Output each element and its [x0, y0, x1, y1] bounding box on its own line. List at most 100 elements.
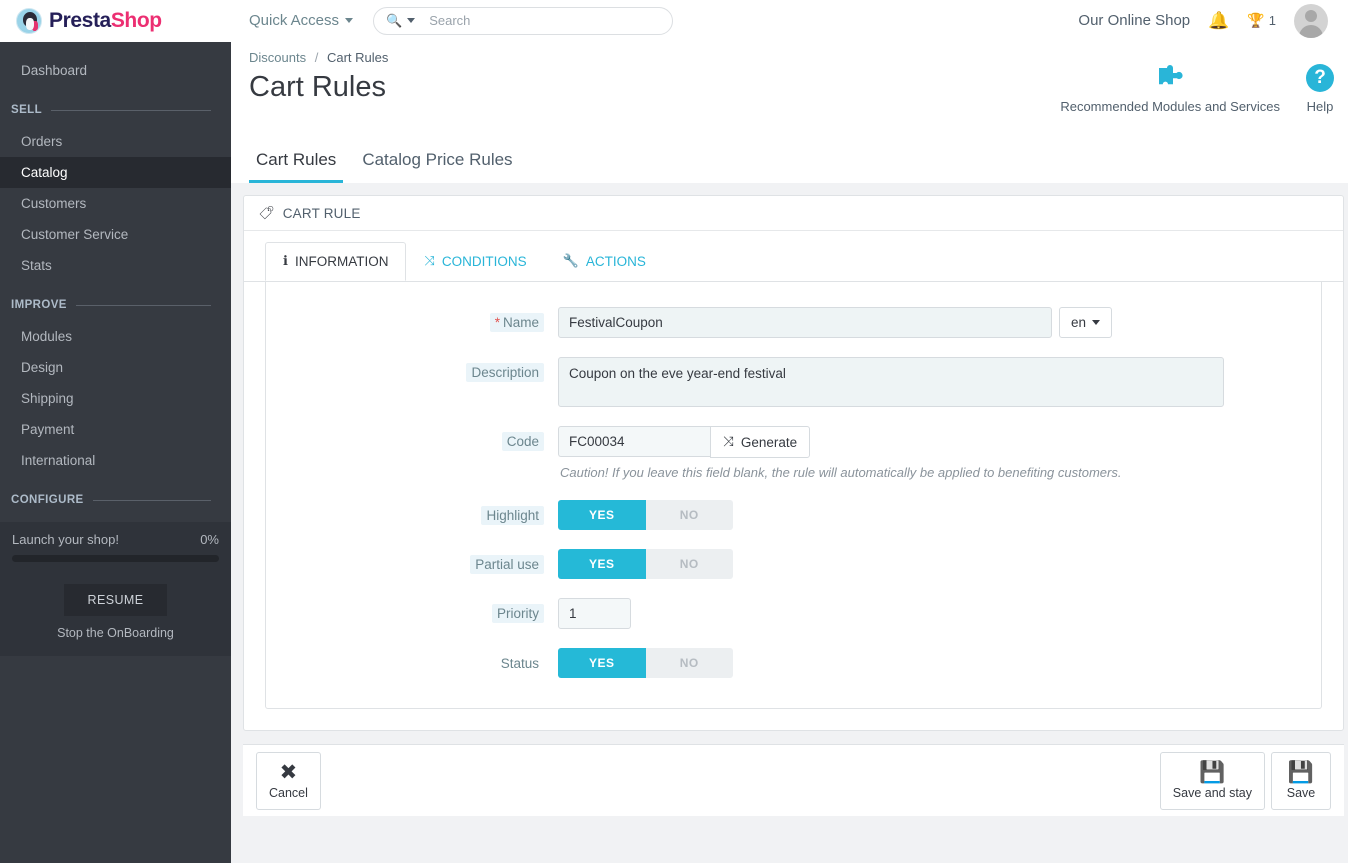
highlight-yes-option[interactable]: YES — [558, 500, 646, 530]
field-row-code: Code ⤨ Generate — [266, 426, 1321, 458]
quick-access-label: Quick Access — [249, 12, 340, 29]
top-header-bar: Quick Access 🔍 Our Online Shop 🔔 🏆 1 — [231, 0, 1348, 42]
partial-use-toggle[interactable]: YES NO — [558, 549, 733, 579]
priority-input[interactable] — [558, 598, 631, 629]
code-label: Code — [266, 426, 558, 451]
stop-onboarding-link[interactable]: Stop the OnBoarding — [12, 626, 219, 640]
sidebar-item-modules[interactable]: Modules — [0, 321, 231, 352]
status-no-option[interactable]: NO — [645, 648, 733, 678]
tab-cart-rules[interactable]: Cart Rules — [249, 142, 344, 183]
sidebar-section-label: IMPROVE — [11, 299, 67, 311]
recommended-modules-label: Recommended Modules and Services — [1060, 99, 1280, 114]
generate-code-button[interactable]: ⤨ Generate — [710, 426, 811, 458]
description-label: Description — [266, 357, 558, 382]
brand-name-part1: Presta — [49, 9, 111, 32]
page-header: Discounts / Cart Rules Cart Rules Recomm… — [231, 42, 1348, 183]
information-tab-panel: *Name en Description — [265, 281, 1322, 709]
recommended-modules-button[interactable]: Recommended Modules and Services — [1060, 60, 1280, 114]
floppy-disk-icon: 💾 — [1287, 760, 1315, 784]
help-label: Help — [1306, 99, 1334, 114]
shop-name-link[interactable]: Our Online Shop — [1078, 12, 1190, 29]
prestashop-penguin-logo-icon — [16, 8, 42, 34]
status-toggle[interactable]: YES NO — [558, 648, 733, 678]
prestashop-admin-page: PrestaShop Dashboard SELL Orders Catalog… — [0, 0, 1348, 863]
onboarding-resume-button[interactable]: RESUME — [63, 584, 168, 616]
form-tab-label: INFORMATION — [294, 253, 389, 269]
page-header-tools: Recommended Modules and Services ? Help — [1060, 60, 1334, 114]
sidebar-item-dashboard[interactable]: Dashboard — [0, 55, 231, 86]
search-bar[interactable]: 🔍 — [373, 6, 674, 35]
chevron-down-icon[interactable] — [407, 18, 416, 23]
cart-rule-card: 🏷 CART RULE ℹ INFORMATION ⤨ CONDITIONS 🔧… — [243, 195, 1344, 731]
cancel-button[interactable]: ✖ Cancel — [256, 751, 321, 810]
cancel-label: Cancel — [269, 785, 308, 800]
search-input[interactable] — [429, 13, 661, 28]
highlight-toggle[interactable]: YES NO — [558, 500, 733, 530]
form-tab-actions[interactable]: 🔧 ACTIONS — [545, 242, 664, 281]
section-divider — [75, 304, 211, 306]
status-label: Status — [266, 648, 558, 673]
avatar[interactable] — [1294, 3, 1328, 38]
code-label-text: Code — [501, 432, 544, 451]
name-label: * Name — [266, 307, 558, 332]
field-row-name: *Name en — [266, 307, 1321, 338]
priority-label: Priority — [266, 598, 558, 623]
onboarding-title: Launch your shop! — [12, 532, 119, 547]
brand-logo[interactable]: PrestaShop — [0, 0, 231, 42]
partial-use-label-text: Partial use — [470, 555, 544, 574]
save-and-stay-label: Save and stay — [1172, 785, 1252, 800]
highlight-no-option[interactable]: NO — [645, 500, 733, 530]
partial-use-yes-option[interactable]: YES — [558, 549, 646, 579]
partial-use-no-option[interactable]: NO — [645, 549, 733, 579]
question-mark-circle-icon: ? — [1306, 60, 1334, 96]
onboarding-progress-bar — [12, 555, 219, 562]
sidebar-item-customers[interactable]: Customers — [0, 188, 231, 219]
onboarding-percent: 0% — [200, 532, 219, 547]
save-button[interactable]: 💾 Save — [1271, 751, 1331, 810]
brand-name-part2: Shop — [110, 9, 162, 32]
brand-wordmark: PrestaShop — [49, 9, 162, 33]
highlight-label-text: Highlight — [481, 506, 544, 525]
section-divider — [92, 499, 211, 501]
trophy-notification[interactable]: 🏆 1 — [1247, 12, 1276, 29]
code-input[interactable] — [558, 426, 710, 457]
shuffle-icon: ⤨ — [723, 434, 734, 449]
status-yes-option[interactable]: YES — [558, 648, 646, 678]
sidebar-section-improve: IMPROVE — [0, 295, 231, 315]
sidebar-section-label: CONFIGURE — [11, 494, 84, 506]
card-header: 🏷 CART RULE — [244, 196, 1343, 231]
name-input[interactable] — [558, 307, 1052, 338]
sidebar-item-catalog[interactable]: Catalog — [0, 157, 231, 188]
sidebar-item-international[interactable]: International — [0, 445, 231, 476]
form-tab-information[interactable]: ℹ INFORMATION — [265, 242, 407, 281]
card-header-title: CART RULE — [282, 205, 361, 221]
help-button[interactable]: ? Help — [1306, 60, 1334, 114]
sidebar-item-orders[interactable]: Orders — [0, 126, 231, 157]
trophy-count: 1 — [1268, 13, 1276, 28]
sidebar-item-design[interactable]: Design — [0, 352, 231, 383]
sidebar-item-customer-service[interactable]: Customer Service — [0, 219, 231, 250]
language-value: en — [1071, 315, 1087, 330]
save-and-stay-button[interactable]: 💾 Save and stay — [1159, 751, 1265, 810]
chevron-down-icon — [345, 18, 354, 23]
puzzle-piece-svg — [1159, 65, 1183, 85]
name-label-text: Name — [502, 315, 539, 330]
description-textarea[interactable] — [558, 357, 1224, 407]
floppy-disk-icon: 💾 — [1199, 760, 1226, 784]
breadcrumb-parent[interactable]: Discounts — [249, 50, 306, 65]
language-dropdown[interactable]: en — [1059, 307, 1113, 338]
sidebar-item-stats[interactable]: Stats — [0, 250, 231, 281]
form-tab-conditions[interactable]: ⤨ CONDITIONS — [406, 242, 544, 281]
sidebar-item-shipping[interactable]: Shipping — [0, 383, 231, 414]
form-tab-label: ACTIONS — [585, 253, 646, 269]
breadcrumb-separator: / — [314, 50, 319, 65]
field-row-partial-use: Partial use YES NO — [266, 549, 1321, 579]
partial-use-label: Partial use — [266, 549, 558, 574]
save-button-group: 💾 Save and stay 💾 Save — [1159, 751, 1331, 810]
sidebar-item-payment[interactable]: Payment — [0, 414, 231, 445]
bell-icon[interactable]: 🔔 — [1208, 12, 1229, 29]
tab-catalog-price-rules[interactable]: Catalog Price Rules — [355, 142, 519, 183]
description-label-text: Description — [466, 363, 544, 382]
quick-access-menu[interactable]: Quick Access — [249, 12, 354, 29]
save-label: Save — [1286, 785, 1316, 800]
